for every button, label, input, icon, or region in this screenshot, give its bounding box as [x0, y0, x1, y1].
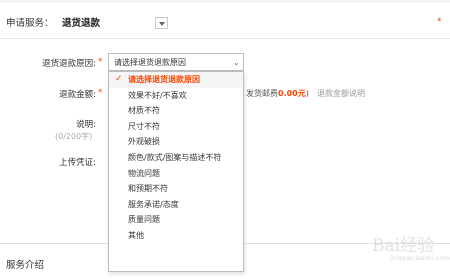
service-value: 退货退款 — [62, 18, 101, 29]
reason-select-value: 请选择退货退款原因 — [114, 58, 186, 67]
required-mark: * — [437, 17, 442, 27]
upload-label: 上传凭证: — [59, 158, 96, 168]
desc-label: 说明: — [76, 120, 96, 130]
amount-label: 退款金额: — [40, 88, 96, 100]
service-row: 申请服务： 退货退款 * — [0, 3, 450, 39]
amount-shipping-prefix: 发货邮费 — [246, 89, 278, 98]
reason-select[interactable]: 请选择退货退款原因 ⌄ — [108, 53, 244, 71]
dropdown-option[interactable]: 质量问题 — [109, 212, 243, 228]
watermark-logo: Bai经验 — [372, 236, 435, 256]
reason-label-text: 退货退款原因: — [42, 59, 96, 69]
dropdown-option[interactable]: 效果不好/不喜欢 — [109, 88, 243, 104]
divider — [0, 38, 450, 39]
service-label: 申请服务： — [6, 18, 54, 29]
service-intro-title: 服务介绍 — [6, 260, 45, 271]
reason-label: 退货退款原因: — [40, 57, 96, 69]
dropdown-option[interactable]: 物流问题 — [109, 166, 243, 182]
dropdown-option[interactable]: ✓ 请选择退货退款原因 — [109, 72, 243, 88]
dropdown-option[interactable]: 服务承诺/态度 — [109, 197, 243, 213]
watermark-url: jingyan.baidu.com — [390, 254, 450, 262]
dropdown-option[interactable]: 和预期不符 — [109, 181, 243, 197]
dropdown-option[interactable]: 尺寸不符 — [109, 119, 243, 135]
dropdown-option-label: 请选择退货退款原因 — [128, 75, 200, 84]
chevron-down-icon: ⌄ — [233, 58, 240, 67]
dropdown-option[interactable]: 外观破损 — [109, 134, 243, 150]
check-icon: ✓ — [115, 74, 123, 84]
amount-required-mark: * — [98, 88, 103, 98]
desc-char-counter: (0/200字) — [55, 132, 93, 141]
reason-required-mark: * — [98, 57, 103, 67]
amount-shipping-value: 0.00元 — [278, 89, 306, 98]
dropdown-option[interactable]: 颜色/款式/图案与描述不符 — [109, 150, 243, 166]
service-dropdown-button[interactable] — [155, 17, 168, 29]
amount-label-text: 退款金额: — [59, 90, 96, 100]
dropdown-option[interactable]: 材质不符 — [109, 103, 243, 119]
dropdown-option[interactable]: 其他 — [109, 228, 243, 244]
amount-shipping-suffix: ) — [305, 89, 309, 98]
chevron-down-icon — [159, 22, 165, 26]
amount-shipping-note: 发货邮费0.00元) — [246, 88, 309, 99]
amount-help-link[interactable]: 退款金额说明 — [317, 88, 365, 99]
section-divider — [0, 243, 108, 244]
reason-dropdown-list: ✓ 请选择退货退款原因 效果不好/不喜欢 材质不符 尺寸不符 外观破损 颜色/款… — [108, 71, 244, 272]
